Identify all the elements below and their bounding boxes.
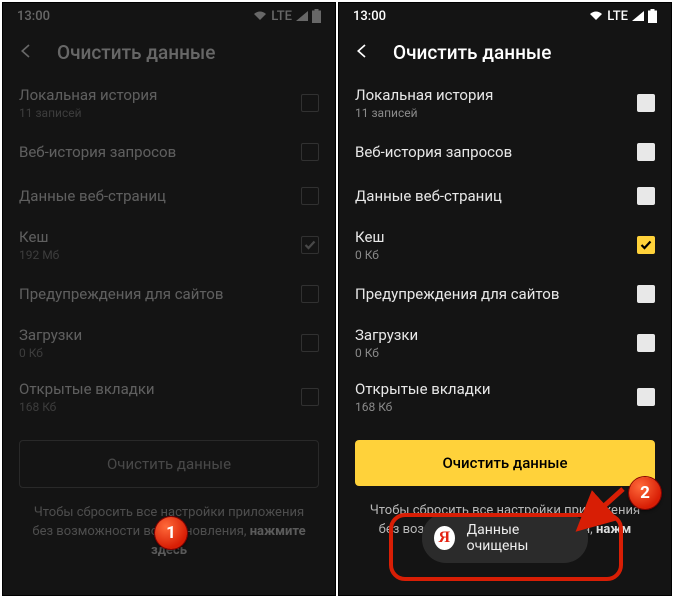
item-label: Данные веб-страниц (355, 187, 502, 205)
battery-icon (312, 9, 321, 23)
list-item[interactable]: Открытые вкладки 168 Кб (355, 370, 655, 424)
step-badge-1: 1 (155, 517, 187, 549)
list-item[interactable]: Открытые вкладки 168 Кб (19, 370, 319, 424)
screenshot-step-1: 13:00 LTE Очистить данные Локальная исто… (2, 2, 336, 596)
checkbox[interactable] (301, 334, 319, 352)
checkbox[interactable] (301, 285, 319, 303)
page-title: Очистить данные (57, 41, 215, 64)
item-label: Кеш (355, 228, 385, 246)
checkbox[interactable] (637, 334, 655, 352)
item-label: Веб-история запросов (355, 143, 512, 161)
item-sublabel: 0 Кб (19, 346, 82, 360)
signal-icon (632, 11, 644, 21)
wifi-icon (589, 11, 603, 21)
checkbox[interactable] (637, 285, 655, 303)
item-sublabel: 11 записей (19, 106, 157, 120)
checkbox[interactable] (637, 94, 655, 112)
list-item[interactable]: Предупреждения для сайтов (19, 272, 319, 316)
item-sublabel: 192 Мб (19, 248, 59, 262)
item-sublabel: 0 Кб (355, 346, 418, 360)
item-label: Загрузки (355, 326, 418, 344)
item-sublabel: 0 Кб (355, 248, 385, 262)
status-time: 13:00 (353, 9, 386, 24)
item-label: Кеш (19, 228, 59, 246)
status-icons: LTE (589, 9, 657, 24)
step-badge-2: 2 (629, 477, 661, 509)
screenshot-step-2: 13:00 LTE Очистить данные Локальная исто… (338, 2, 672, 596)
status-bar: 13:00 LTE (339, 3, 671, 29)
checkbox[interactable] (301, 388, 319, 406)
wifi-icon (253, 11, 267, 21)
item-sublabel: 168 Кб (19, 400, 155, 414)
yandex-icon: Я (434, 526, 455, 550)
item-label: Открытые вкладки (19, 380, 155, 398)
checkbox[interactable] (637, 236, 655, 254)
header: Очистить данные (3, 29, 335, 76)
list-item[interactable]: Локальная история 11 записей (355, 76, 655, 130)
back-icon[interactable] (17, 42, 35, 64)
clear-button[interactable]: Очистить данные (355, 440, 655, 486)
list-item[interactable]: Данные веб-страниц (19, 174, 319, 218)
item-label: Предупреждения для сайтов (19, 285, 223, 303)
clear-button[interactable]: Очистить данные (19, 440, 319, 488)
reset-link[interactable]: нажм (596, 522, 631, 537)
item-label: Предупреждения для сайтов (355, 285, 559, 303)
checkbox[interactable] (301, 187, 319, 205)
network-label: LTE (271, 9, 292, 24)
header: Очистить данные (339, 29, 671, 76)
toast-text: Данные очищены (467, 522, 568, 554)
status-bar: 13:00 LTE (3, 3, 335, 29)
list-item[interactable]: Загрузки 0 Кб (19, 316, 319, 370)
checkbox[interactable] (637, 187, 655, 205)
page-title: Очистить данные (393, 41, 551, 64)
item-label: Локальная история (355, 86, 493, 104)
toast-notification: Я Данные очищены (422, 513, 588, 563)
list-item[interactable]: Данные веб-страниц (355, 174, 655, 218)
list-item[interactable]: Веб-история запросов (19, 130, 319, 174)
checkbox[interactable] (301, 143, 319, 161)
list-item[interactable]: Загрузки 0 Кб (355, 316, 655, 370)
back-icon[interactable] (353, 42, 371, 64)
list-item[interactable]: Предупреждения для сайтов (355, 272, 655, 316)
checkbox[interactable] (637, 143, 655, 161)
checkbox[interactable] (301, 94, 319, 112)
item-sublabel: 168 Кб (355, 400, 491, 414)
status-time: 13:00 (17, 9, 50, 24)
list-item[interactable]: Веб-история запросов (355, 130, 655, 174)
checkbox[interactable] (301, 236, 319, 254)
list-item[interactable]: Кеш 0 Кб (355, 218, 655, 272)
item-label: Данные веб-страниц (19, 187, 166, 205)
network-label: LTE (607, 9, 628, 24)
item-label: Загрузки (19, 326, 82, 344)
status-icons: LTE (253, 9, 321, 24)
list-item[interactable]: Кеш 192 Мб (19, 218, 319, 272)
item-sublabel: 11 записей (355, 106, 493, 120)
battery-icon (648, 9, 657, 23)
settings-list: Локальная история 11 записей Веб-история з… (3, 76, 335, 424)
item-label: Открытые вкладки (355, 380, 491, 398)
list-item[interactable]: Локальная история 11 записей (19, 76, 319, 130)
item-label: Веб-история запросов (19, 143, 176, 161)
checkbox[interactable] (637, 388, 655, 406)
signal-icon (296, 11, 308, 21)
settings-list: Локальная история 11 записей Веб-история з… (339, 76, 671, 424)
item-label: Локальная история (19, 86, 157, 104)
